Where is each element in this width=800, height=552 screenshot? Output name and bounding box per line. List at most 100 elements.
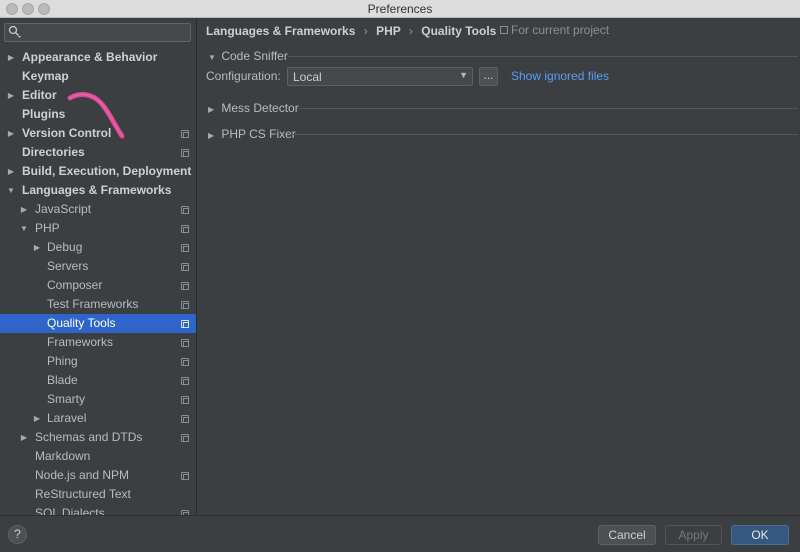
show-ignored-files-link[interactable]: Show ignored files (511, 69, 609, 83)
sidebar-item-laravel[interactable]: ▶ Laravel (0, 409, 196, 428)
sidebar-item-label: JavaScript (35, 202, 92, 216)
sidebar-item-languages-frameworks[interactable]: ▼ Languages & Frameworks (0, 181, 196, 200)
project-scope-icon (181, 472, 189, 480)
title-bar: Preferences (0, 0, 800, 18)
configuration-value: Local (293, 70, 322, 84)
sidebar-item-label: PHP (35, 221, 60, 235)
expand-arrow-icon[interactable]: ▶ (208, 128, 218, 144)
sidebar-item-appearance-behavior[interactable]: ▶ Appearance & Behavior (0, 48, 196, 67)
project-scope-icon (181, 282, 189, 290)
project-scope-icon (181, 263, 189, 271)
breadcrumb-separator: › (363, 24, 368, 38)
sidebar-item-label: Build, Execution, Deployment (22, 164, 192, 178)
sidebar-item-build-execution-deployment[interactable]: ▶ Build, Execution, Deployment (0, 162, 196, 181)
code-sniffer-section[interactable]: ▼ Code Sniffer (208, 48, 798, 66)
scope-label: For current project (511, 23, 610, 37)
sidebar-item-phing[interactable]: Phing (0, 352, 196, 371)
section-divider (288, 56, 798, 57)
sidebar-item-label: Plugins (22, 107, 66, 121)
expand-arrow-icon[interactable]: ▶ (19, 428, 29, 447)
project-scope-icon (500, 26, 508, 34)
configuration-dropdown[interactable]: Local ▼ (287, 67, 473, 86)
sidebar-item-label: Markdown (35, 449, 91, 463)
sidebar-item-label: Smarty (47, 392, 86, 406)
sidebar-item-markdown[interactable]: Markdown (0, 447, 196, 466)
expand-arrow-icon[interactable]: ▶ (6, 124, 16, 143)
sidebar-item-label: ReStructured Text (35, 487, 131, 501)
project-scope-icon (181, 149, 189, 157)
ok-button[interactable]: OK (731, 525, 789, 545)
sidebar-item-label: Composer (47, 278, 103, 292)
cancel-button[interactable]: Cancel (598, 525, 656, 545)
sidebar-item-label: Debug (47, 240, 83, 254)
quality-tools-panel: Languages & Frameworks › PHP › Quality T… (198, 18, 800, 515)
mess-detector-label[interactable]: Mess Detector (221, 101, 298, 115)
expand-arrow-icon[interactable]: ▶ (19, 200, 29, 219)
sidebar-item-label: Node.js and NPM (35, 468, 130, 482)
sidebar-item-javascript[interactable]: ▶ JavaScript (0, 200, 196, 219)
sidebar-item-restructured-text[interactable]: ReStructured Text (0, 485, 196, 504)
sidebar-item-node-js-and-npm[interactable]: Node.js and NPM (0, 466, 196, 485)
php-cs-fixer-section[interactable]: ▶ PHP CS Fixer (208, 126, 798, 144)
project-scope-icon (181, 377, 189, 385)
mess-detector-section[interactable]: ▶ Mess Detector (208, 100, 798, 118)
configuration-browse-button[interactable]: ... (479, 67, 498, 86)
sidebar-item-label: Appearance & Behavior (22, 50, 158, 64)
expand-arrow-icon[interactable]: ▶ (208, 102, 218, 118)
apply-button[interactable]: Apply (665, 525, 722, 545)
expand-arrow-icon[interactable]: ▶ (6, 162, 16, 181)
php-cs-fixer-label[interactable]: PHP CS Fixer (221, 127, 295, 141)
breadcrumb: Languages & Frameworks › PHP › Quality T… (206, 23, 496, 39)
breadcrumb-item-quality-tools: Quality Tools (421, 24, 497, 38)
project-scope-icon (181, 434, 189, 442)
project-scope-icon (181, 301, 189, 309)
sidebar-item-label: Servers (47, 259, 89, 273)
sidebar-item-php[interactable]: ▼ PHP (0, 219, 196, 238)
sidebar-item-schemas-and-dtds[interactable]: ▶ Schemas and DTDs (0, 428, 196, 447)
sidebar-item-composer[interactable]: Composer (0, 276, 196, 295)
section-divider (290, 134, 798, 135)
sidebar-item-servers[interactable]: Servers (0, 257, 196, 276)
expand-arrow-icon[interactable]: ▶ (32, 409, 42, 428)
sidebar-item-label: SQL Dialects (35, 506, 105, 515)
window-title: Preferences (367, 2, 433, 16)
collapse-arrow-icon[interactable]: ▼ (19, 219, 29, 238)
project-scope-icon (181, 206, 189, 214)
project-scope-icon (181, 320, 189, 328)
sidebar-item-sql-dialects[interactable]: SQL Dialects (0, 504, 196, 515)
scope-indicator: For current project (500, 23, 609, 37)
sidebar-item-label: Languages & Frameworks (22, 183, 172, 197)
project-scope-icon (181, 358, 189, 366)
sidebar-item-label: Schemas and DTDs (35, 430, 143, 444)
sidebar-item-label: Test Frameworks (47, 297, 139, 311)
sidebar-item-quality-tools[interactable]: Quality Tools (0, 314, 196, 333)
sidebar-item-label: Frameworks (47, 335, 114, 349)
collapse-arrow-icon[interactable]: ▼ (208, 50, 218, 66)
project-scope-icon (181, 396, 189, 404)
sidebar-item-label: Blade (47, 373, 78, 387)
search-icon (8, 25, 22, 42)
help-button[interactable]: ? (8, 525, 27, 544)
sidebar-item-label: Editor (22, 88, 57, 102)
sidebar-item-label: Quality Tools (47, 316, 116, 330)
project-scope-icon (181, 225, 189, 233)
sidebar-item-debug[interactable]: ▶ Debug (0, 238, 196, 257)
project-scope-icon (181, 130, 189, 138)
breadcrumb-item-languages[interactable]: Languages & Frameworks (206, 24, 355, 38)
expand-arrow-icon[interactable]: ▶ (6, 86, 16, 105)
breadcrumb-separator: › (408, 24, 413, 38)
sidebar-item-frameworks[interactable]: Frameworks (0, 333, 196, 352)
search-input[interactable] (4, 23, 191, 42)
sidebar-item-test-frameworks[interactable]: Test Frameworks (0, 295, 196, 314)
expand-arrow-icon[interactable]: ▶ (32, 238, 42, 257)
collapse-arrow-icon[interactable]: ▼ (6, 181, 16, 200)
breadcrumb-item-php[interactable]: PHP (376, 24, 400, 38)
expand-arrow-icon[interactable]: ▶ (6, 48, 16, 67)
settings-sidebar: ▶ Appearance & Behavior Keymap ▶ Editor Plugi… (0, 18, 197, 515)
dialog-footer: ? Cancel Apply OK (0, 515, 800, 552)
sidebar-item-blade[interactable]: Blade (0, 371, 196, 390)
code-sniffer-label[interactable]: Code Sniffer (221, 49, 288, 63)
project-scope-icon (181, 415, 189, 423)
sidebar-item-smarty[interactable]: Smarty (0, 390, 196, 409)
project-scope-icon (181, 339, 189, 347)
